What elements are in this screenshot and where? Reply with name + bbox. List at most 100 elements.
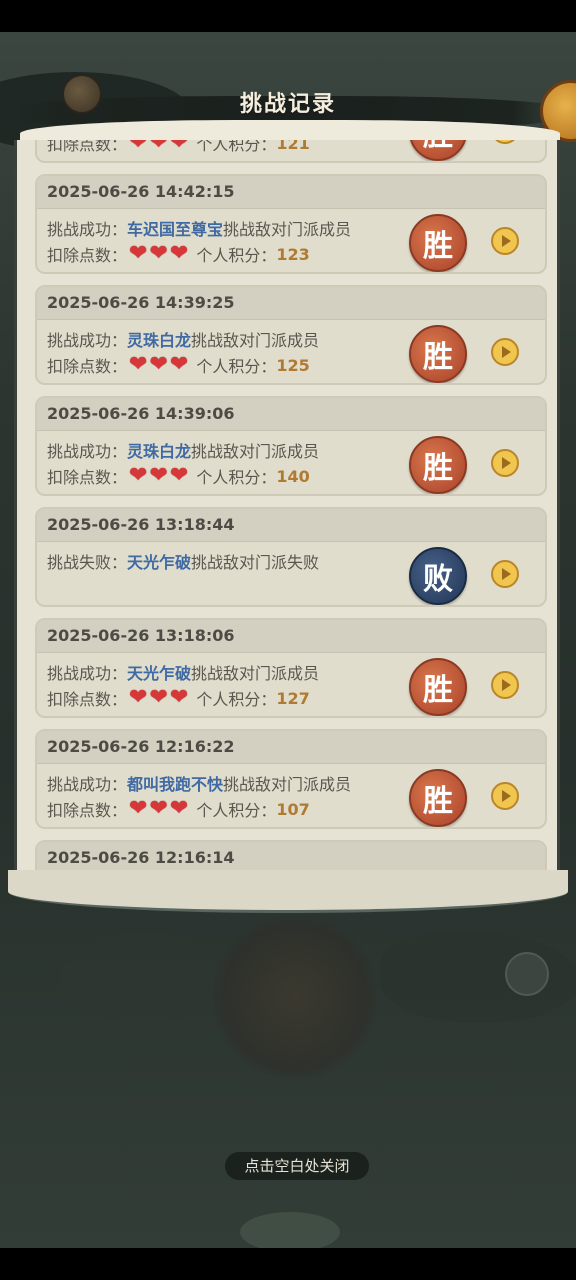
records-panel: 扣除点数：❤❤❤个人积分：121胜2025-06-26 14:42:15挑战成功… bbox=[14, 140, 560, 900]
victory-badge: 胜 bbox=[409, 140, 467, 161]
records-scroll-area[interactable]: 扣除点数：❤❤❤个人积分：121胜2025-06-26 14:42:15挑战成功… bbox=[17, 140, 557, 880]
play-icon[interactable] bbox=[491, 671, 519, 699]
heart-icon: ❤ bbox=[129, 463, 148, 488]
score-value: 125 bbox=[276, 355, 310, 375]
score-value: 107 bbox=[276, 799, 310, 819]
heart-icon: ❤ bbox=[169, 463, 189, 488]
record-description: 挑战成功：灵珠白龙挑战敌对门派成员 bbox=[47, 327, 319, 351]
record-time: 2025-06-26 13:18:44 bbox=[37, 509, 545, 542]
record-card: 2025-06-26 13:18:44 挑战失败：天光乍破挑战敌对门派失败 败 bbox=[35, 507, 547, 607]
scroll-bottom-edge bbox=[8, 870, 568, 913]
heart-icon: ❤ bbox=[129, 685, 148, 710]
heart-icon: ❤ bbox=[169, 140, 189, 155]
heart-icon: ❤ bbox=[149, 796, 168, 821]
score-value: 123 bbox=[276, 244, 310, 264]
heart-icon: ❤ bbox=[169, 685, 189, 710]
record-time: 2025-06-26 14:39:25 bbox=[37, 287, 545, 320]
hearts: ❤ ❤ ❤ bbox=[129, 241, 189, 266]
hearts: ❤ ❤ ❤ bbox=[129, 352, 189, 377]
record-card: 2025-06-26 13:18:06 挑战成功：天光乍破挑战敌对门派成员扣除点数… bbox=[35, 618, 547, 718]
play-icon[interactable] bbox=[491, 560, 519, 588]
victory-badge: 胜 bbox=[409, 325, 467, 383]
record-time: 2025-06-26 14:42:15 bbox=[37, 176, 545, 209]
victory-badge: 胜 bbox=[409, 214, 467, 272]
record-detail: 挑战敌对门派成员 bbox=[191, 442, 320, 461]
heart-icon: ❤ bbox=[149, 352, 168, 377]
record-stats: 扣除点数： ❤ ❤ ❤ 个人积分： 125 bbox=[47, 353, 310, 377]
record-card: 2025-06-26 14:39:25 挑战成功：灵珠白龙挑战敌对门派成员 扣除点数… bbox=[35, 285, 547, 385]
close-hint[interactable]: 点击空白处关闭 bbox=[225, 1152, 369, 1180]
records-list: 扣除点数：❤❤❤个人积分：121胜2025-06-26 14:42:15挑战成功… bbox=[35, 140, 547, 880]
record-detail: 挑战敌对门派失败 bbox=[191, 553, 320, 572]
deduct-label: 扣除点数： bbox=[47, 690, 128, 709]
play-icon[interactable] bbox=[491, 449, 519, 477]
record-status: 挑战成功： bbox=[47, 220, 128, 239]
heart-icon: ❤ bbox=[169, 241, 189, 266]
deduct-label: 扣除点数： bbox=[47, 801, 128, 820]
defeat-badge: 败 bbox=[409, 547, 467, 605]
record-status: 挑战失败： bbox=[47, 553, 128, 572]
victory-badge: 胜 bbox=[409, 658, 467, 716]
score-value: 121 bbox=[276, 140, 310, 153]
record-status: 挑战成功： bbox=[47, 442, 128, 461]
record-status: 挑战成功： bbox=[47, 775, 128, 794]
hearts: ❤ ❤ ❤ bbox=[129, 140, 189, 155]
heart-icon: ❤ bbox=[149, 140, 168, 155]
opponent-name: 天光乍破 bbox=[127, 553, 192, 572]
record-stats: 扣除点数： ❤ ❤ ❤ 个人积分： 127 bbox=[47, 686, 310, 710]
record-detail: 挑战敌对门派成员 bbox=[191, 664, 320, 683]
record-stats: 扣除点数： ❤ ❤ ❤ 个人积分： 121 bbox=[47, 140, 310, 155]
score-label: 个人积分： bbox=[196, 140, 277, 154]
record-detail: 挑战敌对门派成员 bbox=[223, 220, 352, 239]
record-description: 挑战成功：车迟国至尊宝挑战敌对门派成员 bbox=[47, 216, 351, 240]
record-description: 挑战失败：天光乍破挑战敌对门派失败 bbox=[47, 549, 319, 573]
score-label: 个人积分： bbox=[196, 801, 277, 820]
deduct-label: 扣除点数： bbox=[47, 140, 128, 154]
record-stats: 扣除点数： ❤ ❤ ❤ 个人积分： 140 bbox=[47, 464, 310, 488]
record-card: 2025-06-26 12:16:22 挑战成功：都叫我跑不快挑战敌对门派成员 扣除… bbox=[35, 729, 547, 829]
heart-icon: ❤ bbox=[129, 241, 148, 266]
opponent-name: 车迟国至尊宝 bbox=[127, 220, 224, 239]
play-icon[interactable] bbox=[491, 227, 519, 255]
score-label: 个人积分： bbox=[196, 357, 277, 376]
background-emblem bbox=[210, 912, 380, 1082]
opponent-name: 灵珠白龙 bbox=[127, 331, 192, 350]
hearts: ❤ ❤ ❤ bbox=[129, 796, 189, 821]
heart-icon: ❤ bbox=[169, 796, 189, 821]
score-value: 140 bbox=[276, 466, 310, 486]
score-label: 个人积分： bbox=[196, 246, 277, 265]
play-icon[interactable] bbox=[491, 782, 519, 810]
record-time: 2025-06-26 14:39:06 bbox=[37, 398, 545, 431]
score-value: 127 bbox=[276, 688, 310, 708]
play-icon[interactable] bbox=[491, 140, 519, 144]
heart-icon: ❤ bbox=[129, 352, 148, 377]
victory-badge: 胜 bbox=[409, 769, 467, 827]
cloud-decoration bbox=[240, 1212, 340, 1248]
background-decoration bbox=[60, 932, 230, 1022]
page-title: 挑战记录 bbox=[239, 91, 336, 117]
record-stats: 扣除点数： ❤ ❤ ❤ 个人积分： 107 bbox=[47, 797, 310, 821]
record-time: 2025-06-26 13:18:06 bbox=[37, 620, 545, 653]
heart-icon: ❤ bbox=[149, 241, 168, 266]
score-label: 个人积分： bbox=[196, 468, 277, 487]
score-label: 个人积分： bbox=[196, 690, 277, 709]
record-description: 挑战成功：灵珠白龙挑战敌对门派成员 bbox=[47, 438, 319, 462]
heart-icon: ❤ bbox=[169, 352, 189, 377]
victory-badge: 胜 bbox=[409, 436, 467, 494]
opponent-name: 天光乍破 bbox=[127, 664, 192, 683]
record-detail: 挑战敌对门派成员 bbox=[223, 775, 352, 794]
play-icon[interactable] bbox=[491, 338, 519, 366]
heart-icon: ❤ bbox=[149, 685, 168, 710]
record-status: 挑战成功： bbox=[47, 331, 128, 350]
heart-icon: ❤ bbox=[129, 140, 148, 155]
hearts: ❤ ❤ ❤ bbox=[129, 463, 189, 488]
record-card: 2025-06-26 14:39:06 挑战成功：灵珠白龙挑战敌对门派成员 扣除点数… bbox=[35, 396, 547, 496]
hearts: ❤ ❤ ❤ bbox=[129, 685, 189, 710]
record-stats: 扣除点数： ❤ ❤ ❤ 个人积分： 123 bbox=[47, 242, 310, 266]
record-status: 挑战成功： bbox=[47, 664, 128, 683]
record-description: 挑战成功：天光乍破挑战敌对门派成员 bbox=[47, 660, 319, 684]
heart-icon: ❤ bbox=[149, 463, 168, 488]
heart-icon: ❤ bbox=[129, 796, 148, 821]
opponent-name: 灵珠白龙 bbox=[127, 442, 192, 461]
record-detail: 挑战敌对门派成员 bbox=[191, 331, 320, 350]
